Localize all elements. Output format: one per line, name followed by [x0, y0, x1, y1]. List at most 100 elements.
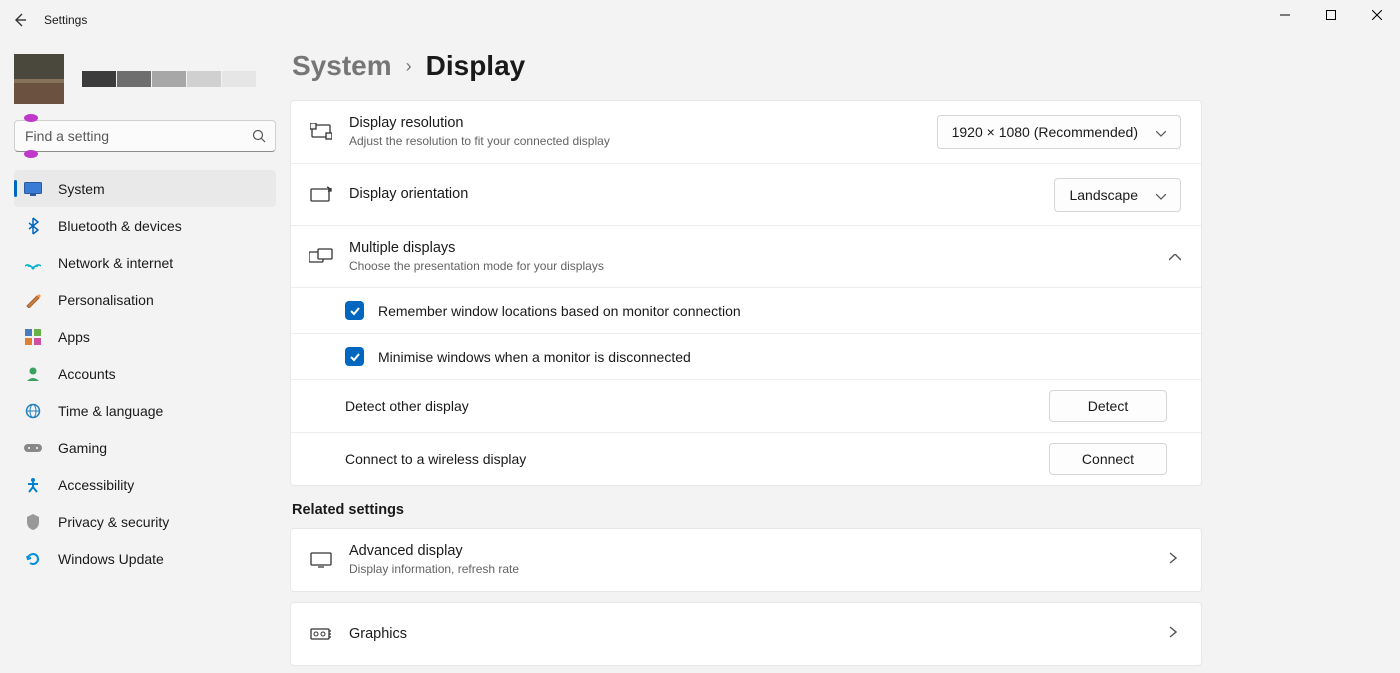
- gaming-icon: [24, 439, 42, 457]
- nav-item-network[interactable]: Network & internet: [14, 244, 276, 281]
- nav: System Bluetooth & devices Network & int…: [14, 170, 276, 577]
- nav-label: Time & language: [58, 403, 163, 419]
- user-block[interactable]: [14, 54, 276, 104]
- maximize-button[interactable]: [1308, 0, 1354, 30]
- maximize-icon: [1326, 10, 1336, 20]
- row-connect-wireless: Connect to a wireless display Connect: [291, 432, 1201, 485]
- row-title: Multiple displays: [349, 239, 1153, 258]
- related-heading: Related settings: [292, 502, 1202, 518]
- row-title: Advanced display: [349, 542, 1153, 561]
- accounts-icon: [24, 365, 42, 383]
- row-detect-display: Detect other display Detect: [291, 379, 1201, 432]
- label: Connect to a wireless display: [345, 451, 526, 467]
- search-input[interactable]: [14, 120, 276, 152]
- minimize-button[interactable]: [1262, 0, 1308, 30]
- row-graphics[interactable]: Graphics: [290, 602, 1202, 666]
- apps-icon: [24, 328, 42, 346]
- orientation-icon: [309, 186, 333, 204]
- resolution-icon: [309, 123, 333, 141]
- nav-label: Network & internet: [58, 255, 173, 271]
- privacy-icon: [24, 513, 42, 531]
- window-controls: [1262, 0, 1400, 40]
- chevron-up-icon: [1169, 248, 1181, 266]
- row-title: Display orientation: [349, 185, 1038, 204]
- nav-item-bluetooth[interactable]: Bluetooth & devices: [14, 207, 276, 244]
- graphics-icon: [309, 626, 333, 642]
- close-button[interactable]: [1354, 0, 1400, 30]
- row-display-orientation[interactable]: Display orientation Landscape: [291, 163, 1201, 225]
- nav-item-apps[interactable]: Apps: [14, 318, 276, 355]
- nav-item-accessibility[interactable]: Accessibility: [14, 466, 276, 503]
- nav-item-time-language[interactable]: Time & language: [14, 392, 276, 429]
- bluetooth-icon: [24, 217, 42, 235]
- checkbox-minimise-disconnect[interactable]: Minimise windows when a monitor is disco…: [291, 333, 1201, 379]
- time-language-icon: [24, 402, 42, 420]
- window-title: Settings: [44, 13, 87, 27]
- resolution-dropdown[interactable]: 1920 × 1080 (Recommended): [937, 115, 1181, 149]
- advanced-display-icon: [309, 552, 333, 568]
- detect-button[interactable]: Detect: [1049, 390, 1167, 422]
- nav-label: Accessibility: [58, 477, 134, 493]
- row-multiple-displays[interactable]: Multiple displays Choose the presentatio…: [291, 225, 1201, 287]
- titlebar: Settings: [0, 0, 1400, 40]
- update-icon: [24, 550, 42, 568]
- user-name-placeholder: [82, 71, 256, 87]
- breadcrumb-current: Display: [426, 50, 526, 82]
- nav-item-system[interactable]: System: [14, 170, 276, 207]
- orientation-dropdown[interactable]: Landscape: [1054, 178, 1181, 212]
- nav-label: Accounts: [58, 366, 116, 382]
- row-subtitle: Display information, refresh rate: [349, 561, 1153, 578]
- nav-item-update[interactable]: Windows Update: [14, 540, 276, 577]
- nav-label: Gaming: [58, 440, 107, 456]
- close-icon: [1372, 10, 1382, 20]
- arrow-left-icon: [12, 12, 28, 28]
- chevron-down-icon: [1156, 187, 1166, 203]
- main-content: System › Display Display resolution Adju…: [290, 40, 1400, 673]
- nav-label: Privacy & security: [58, 514, 169, 530]
- system-icon: [24, 180, 42, 198]
- row-advanced-display[interactable]: Advanced display Display information, re…: [290, 528, 1202, 592]
- chevron-right-icon: ›: [406, 56, 412, 77]
- nav-label: Personalisation: [58, 292, 154, 308]
- nav-item-gaming[interactable]: Gaming: [14, 429, 276, 466]
- label: Detect other display: [345, 398, 469, 414]
- check-icon: [349, 351, 361, 363]
- breadcrumb: System › Display: [290, 50, 1202, 100]
- dropdown-value: Landscape: [1069, 187, 1138, 203]
- nav-item-privacy[interactable]: Privacy & security: [14, 503, 276, 540]
- checkbox-remember-locations[interactable]: Remember window locations based on monit…: [291, 287, 1201, 333]
- multiple-displays-icon: [309, 248, 333, 266]
- nav-label: System: [58, 181, 105, 197]
- connect-button[interactable]: Connect: [1049, 443, 1167, 475]
- sidebar: System Bluetooth & devices Network & int…: [0, 40, 290, 673]
- dropdown-value: 1920 × 1080 (Recommended): [952, 124, 1138, 140]
- chevron-right-icon: [1169, 625, 1177, 643]
- accessibility-icon: [24, 476, 42, 494]
- nav-label: Bluetooth & devices: [58, 218, 182, 234]
- chevron-right-icon: [1169, 551, 1177, 569]
- check-icon: [349, 305, 361, 317]
- network-icon: [24, 254, 42, 272]
- personalisation-icon: [24, 291, 42, 309]
- nav-item-personalisation[interactable]: Personalisation: [14, 281, 276, 318]
- row-title: Graphics: [349, 625, 1153, 644]
- minimize-icon: [1280, 10, 1290, 20]
- row-title: Display resolution: [349, 114, 921, 133]
- checkbox-label: Minimise windows when a monitor is disco…: [378, 349, 691, 365]
- checkbox[interactable]: [345, 301, 364, 320]
- avatar: [14, 54, 64, 104]
- row-subtitle: Choose the presentation mode for your di…: [349, 258, 1153, 275]
- nav-label: Apps: [58, 329, 90, 345]
- row-display-resolution[interactable]: Display resolution Adjust the resolution…: [291, 101, 1201, 163]
- row-subtitle: Adjust the resolution to fit your connec…: [349, 133, 921, 150]
- checkbox-label: Remember window locations based on monit…: [378, 303, 741, 319]
- breadcrumb-parent[interactable]: System: [292, 50, 392, 82]
- display-settings-group: Display resolution Adjust the resolution…: [290, 100, 1202, 486]
- nav-label: Windows Update: [58, 551, 164, 567]
- back-button[interactable]: [0, 0, 40, 40]
- search-wrap: [14, 120, 276, 152]
- chevron-down-icon: [1156, 124, 1166, 140]
- checkbox[interactable]: [345, 347, 364, 366]
- search-icon: [252, 129, 266, 143]
- nav-item-accounts[interactable]: Accounts: [14, 355, 276, 392]
